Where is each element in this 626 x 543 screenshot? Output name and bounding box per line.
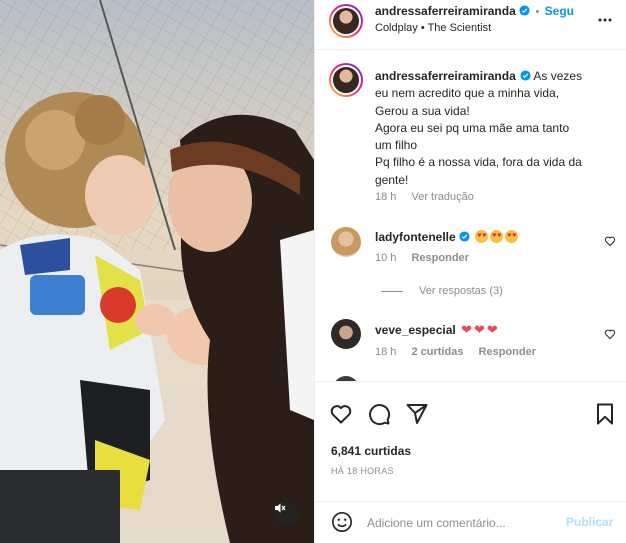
comment-like-heart-icon[interactable] <box>604 235 616 247</box>
verified-badge-icon <box>520 70 531 81</box>
mute-button[interactable] <box>274 502 298 526</box>
caption-meta: 18 h Ver tradução <box>375 191 486 203</box>
commenter-avatar[interactable] <box>331 319 361 349</box>
caption-avatar[interactable] <box>329 63 363 97</box>
heart-eyes-emoji <box>490 230 504 243</box>
heart-eyes-emoji <box>475 230 489 243</box>
commenter-avatar[interactable] <box>331 227 361 257</box>
author-avatar[interactable] <box>329 4 363 38</box>
red-heart-emoji: ❤ <box>474 322 485 337</box>
post-video[interactable] <box>0 0 314 543</box>
heart-eyes-emoji <box>505 230 519 243</box>
emoji-icon[interactable] <box>331 511 353 533</box>
caption-line: eu nem acredito que a minha vida, <box>375 86 560 101</box>
author-line: andressaferreiramiranda • Segu <box>375 4 574 18</box>
dot-separator: • <box>535 6 540 18</box>
red-heart-emoji: ❤ <box>461 322 472 337</box>
comment-composer: Publicar <box>315 501 626 543</box>
comment-icon[interactable] <box>367 402 391 426</box>
comments-list[interactable]: andressaferreiramiranda As vezes eu nem … <box>315 51 626 381</box>
caption-username[interactable]: andressaferreiramiranda <box>375 69 516 83</box>
post-actions: 6,841 curtidas HÁ 18 HORAS <box>315 381 626 501</box>
post-header: andressaferreiramiranda • Segu Coldplay … <box>315 0 626 50</box>
comment-time: 10 h <box>375 252 397 264</box>
comment-username[interactable]: veve_especial <box>375 323 456 337</box>
music-info[interactable]: Coldplay • The Scientist <box>375 22 491 34</box>
bookmark-icon[interactable] <box>593 402 617 426</box>
comment-time: 18 h <box>375 346 397 358</box>
reply-button[interactable]: Responder <box>411 252 468 264</box>
likes-count[interactable]: 6,841 curtidas <box>331 444 411 458</box>
comment-meta: 10 h Responder <box>375 252 481 264</box>
verified-badge-icon <box>519 5 530 16</box>
caption-time: 18 h <box>375 191 397 203</box>
heart-icon[interactable] <box>329 402 353 426</box>
caption-line: As vezes <box>533 69 583 83</box>
post-details-panel: andressaferreiramiranda • Segu Coldplay … <box>314 0 626 543</box>
comment-input[interactable] <box>367 512 557 534</box>
caption: andressaferreiramiranda As vezes eu nem … <box>375 68 605 189</box>
video-frame-image <box>0 0 314 543</box>
post-timestamp: HÁ 18 HORAS <box>331 466 394 476</box>
caption-line: gente! <box>375 172 409 187</box>
replies-divider <box>381 291 403 292</box>
caption-line: Pq filho é a nossa vida, fora da vida da <box>375 155 582 170</box>
comment-username[interactable]: ladyfontenelle <box>375 230 456 244</box>
reply-button[interactable]: Responder <box>479 346 536 358</box>
view-replies-button[interactable]: Ver respostas (3) <box>419 285 503 297</box>
caption-line: Gerou a sua vida! <box>375 103 470 118</box>
comment-body: ladyfontenelle <box>375 230 519 244</box>
comment-like-heart-icon[interactable] <box>604 328 616 340</box>
comment-meta: 18 h 2 curtidas Responder <box>375 346 548 358</box>
comment-likes[interactable]: 2 curtidas <box>411 346 463 358</box>
author-username[interactable]: andressaferreiramiranda <box>375 4 516 18</box>
follow-button[interactable]: Segu <box>545 4 574 18</box>
red-heart-emoji: ❤ <box>486 322 498 337</box>
caption-line: um filho <box>375 138 418 153</box>
share-icon[interactable] <box>405 402 429 426</box>
translate-link[interactable]: Ver tradução <box>411 191 473 203</box>
caption-line: Agora eu sei pq uma mãe ama tanto <box>375 120 570 135</box>
verified-badge-icon <box>459 231 470 242</box>
mute-icon <box>275 503 286 513</box>
more-options-icon[interactable] <box>597 12 613 28</box>
comment-body: veve_especial ❤ ❤ ❤ <box>375 322 498 338</box>
publish-button[interactable]: Publicar <box>566 515 613 529</box>
